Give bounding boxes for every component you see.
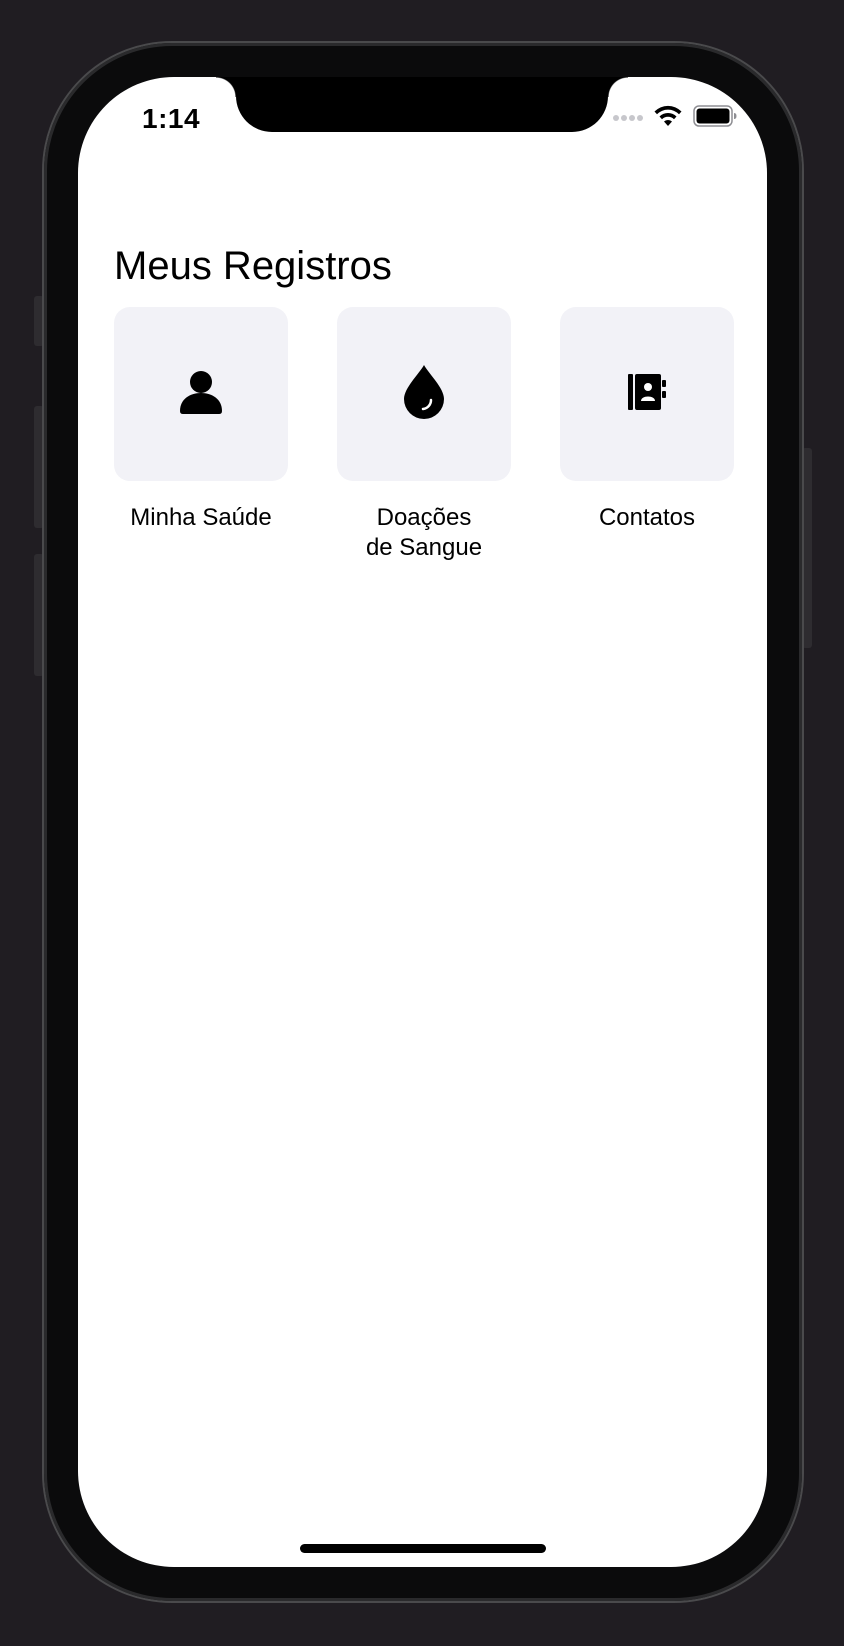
- tile-doacoes-de-sangue[interactable]: Doações de Sangue: [337, 307, 511, 563]
- tile-contatos[interactable]: Contatos: [560, 307, 734, 563]
- tile-contatos-label: Contatos: [598, 504, 696, 531]
- tile-minha-saude-label: Minha Saúde: [130, 504, 272, 531]
- records-grid: Minha Saúde Doações de Sangue Contatos: [114, 307, 734, 563]
- tile-doacoes-de-sangue-box[interactable]: [337, 307, 511, 481]
- page-title: Meus Registros: [114, 243, 392, 288]
- home-indicator[interactable]: [300, 1544, 546, 1553]
- tile-contatos-box[interactable]: [560, 307, 734, 481]
- contact-book-icon: [627, 372, 667, 417]
- blood-drop-icon: [403, 364, 445, 425]
- wifi-icon: [653, 105, 683, 132]
- person-icon: [178, 369, 224, 420]
- tile-minha-saude-box[interactable]: [114, 307, 288, 481]
- app-screen: 1:14 Meus Registros Minha Saúde Doações …: [78, 77, 767, 1567]
- side-button: [802, 448, 812, 648]
- status-time: 1:14: [142, 103, 201, 134]
- volume-up-button: [34, 406, 44, 528]
- battery-full-icon: [693, 104, 737, 132]
- tile-minha-saude[interactable]: Minha Saúde: [114, 307, 288, 563]
- status-indicators: [613, 104, 737, 132]
- silent-switch: [34, 296, 44, 346]
- cellular-dots-icon: [613, 109, 643, 127]
- device-notch: [216, 77, 628, 132]
- volume-down-button: [34, 554, 44, 676]
- tile-doacoes-de-sangue-label: Doações de Sangue: [365, 504, 483, 561]
